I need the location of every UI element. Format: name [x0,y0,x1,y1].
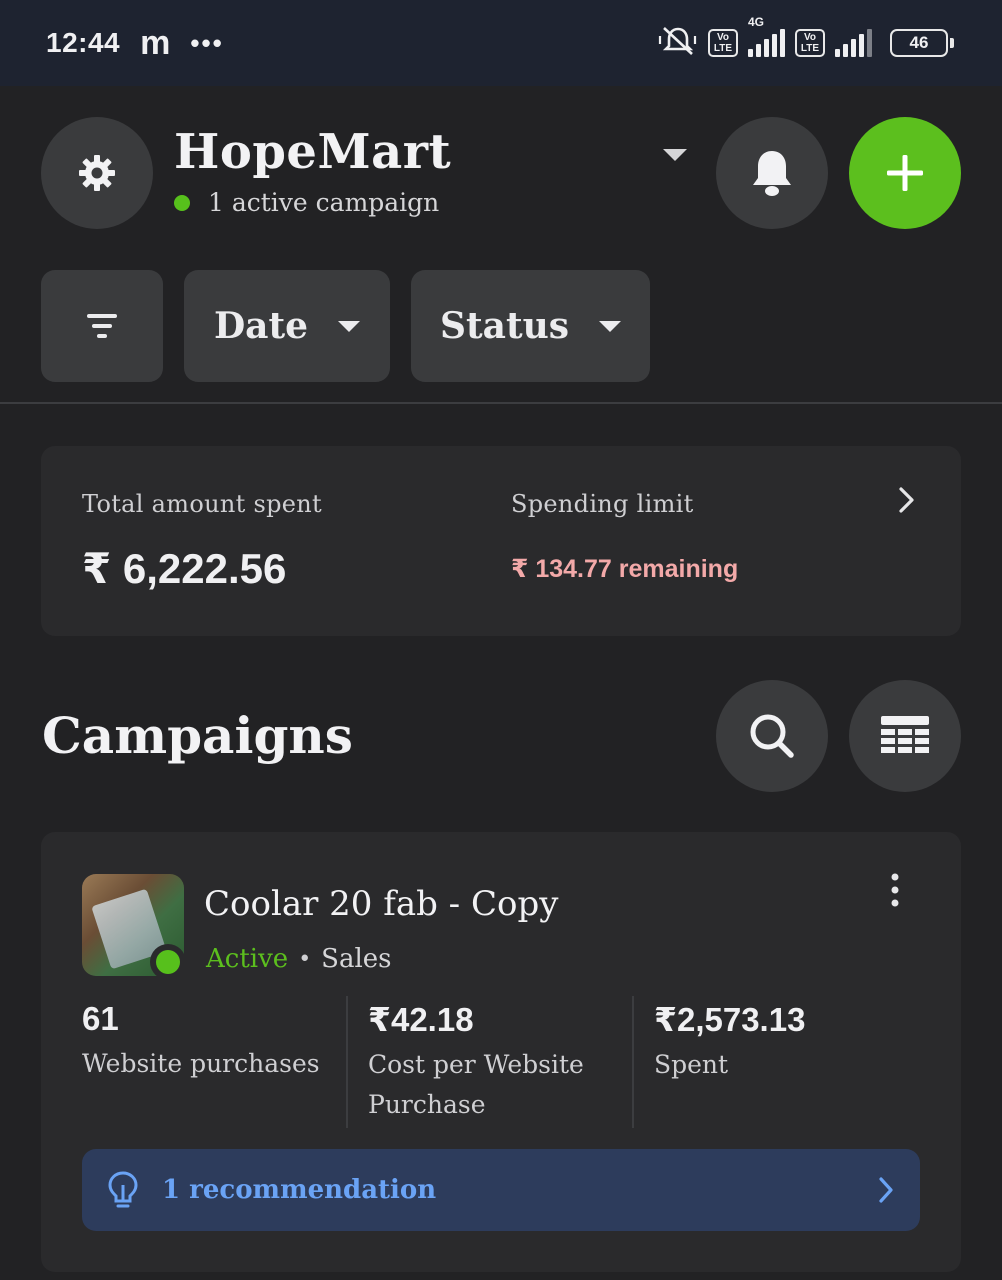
metric-cost-per-purchase: ₹42.18 Cost per Website Purchase [368,1000,618,1125]
account-switcher-chevron-down-icon[interactable] [663,149,687,161]
metric-label: Website purchases [82,1049,320,1078]
filter-button[interactable] [41,270,163,382]
chevron-right-icon [879,1177,893,1203]
metric-website-purchases: 61 Website purchases [82,1000,332,1084]
divider [0,402,1002,404]
total-spent-value: ₹ 6,222.56 [82,545,287,592]
campaign-objective: Sales [321,944,392,974]
metric-spent: ₹2,573.13 Spent [654,1000,904,1085]
status-bar: 12:44 m ••• Vo LTE 4G Vo LTE 46 [0,0,1002,86]
filter-icon [87,314,117,338]
meta-separator: • [298,946,312,972]
notifications-button[interactable] [716,117,828,229]
settings-button[interactable] [41,117,153,229]
bell-icon [753,151,791,196]
silent-mode-icon [658,24,698,63]
date-filter-dropdown[interactable]: Date [184,270,390,382]
campaign-status: Active [206,944,289,974]
chevron-right-icon[interactable] [897,486,917,514]
signal-sim2-icon [835,29,872,57]
more-options-icon[interactable] [886,872,904,908]
create-campaign-button[interactable] [849,117,961,229]
recommendation-text: 1 recommendation [162,1175,437,1205]
metric-value: ₹42.18 [368,1001,474,1038]
lightbulb-icon [108,1171,138,1208]
campaign-meta: Active • Sales [206,944,392,974]
spending-limit-remaining: ₹ 134.77 remaining [511,555,739,583]
active-status-dot [174,194,190,211]
network-type-label: 4G [748,15,765,29]
recommendation-banner[interactable]: 1 recommendation [82,1149,920,1231]
app-notification-icon: m [140,23,171,62]
metric-divider [632,996,634,1128]
account-name[interactable]: HopeMart [174,124,451,180]
table-view-button[interactable] [849,680,961,792]
date-filter-label: Date [213,305,309,347]
plus-icon [887,155,923,191]
spending-limit-label: Spending limit [511,490,694,518]
metric-value: 61 [82,1000,119,1037]
search-campaigns-button[interactable] [716,680,828,792]
metric-label: Cost per Website Purchase [368,1050,584,1119]
battery-icon: 46 [890,29,954,57]
active-campaigns-label: 1 active campaign [208,188,440,217]
volte-sim1-icon: Vo LTE [708,29,738,57]
status-filter-label: Status [439,305,570,347]
campaigns-title: Campaigns [42,706,353,765]
gear-icon [79,155,115,191]
volte-sim2-icon: Vo LTE [795,29,825,57]
signal-sim1-icon: 4G [748,15,785,57]
metric-value: ₹2,573.13 [654,1001,806,1038]
account-status: 1 active campaign [174,188,439,217]
status-time: 12:44 [46,27,121,58]
total-spent-label: Total amount spent [82,490,322,518]
battery-level: 46 [890,29,948,57]
table-icon [881,716,929,753]
campaign-name[interactable]: Coolar 20 fab - Copy [204,884,558,924]
search-icon [750,714,794,758]
metric-label: Spent [654,1050,729,1079]
metric-divider [346,996,348,1128]
spend-summary-card[interactable]: Total amount spent ₹ 6,222.56 Spending l… [41,446,961,636]
more-notifications-icon: ••• [190,27,224,58]
chevron-down-icon [599,320,622,332]
status-filter-dropdown[interactable]: Status [411,270,650,382]
campaign-active-indicator [150,944,186,980]
chevron-down-icon [338,320,361,332]
